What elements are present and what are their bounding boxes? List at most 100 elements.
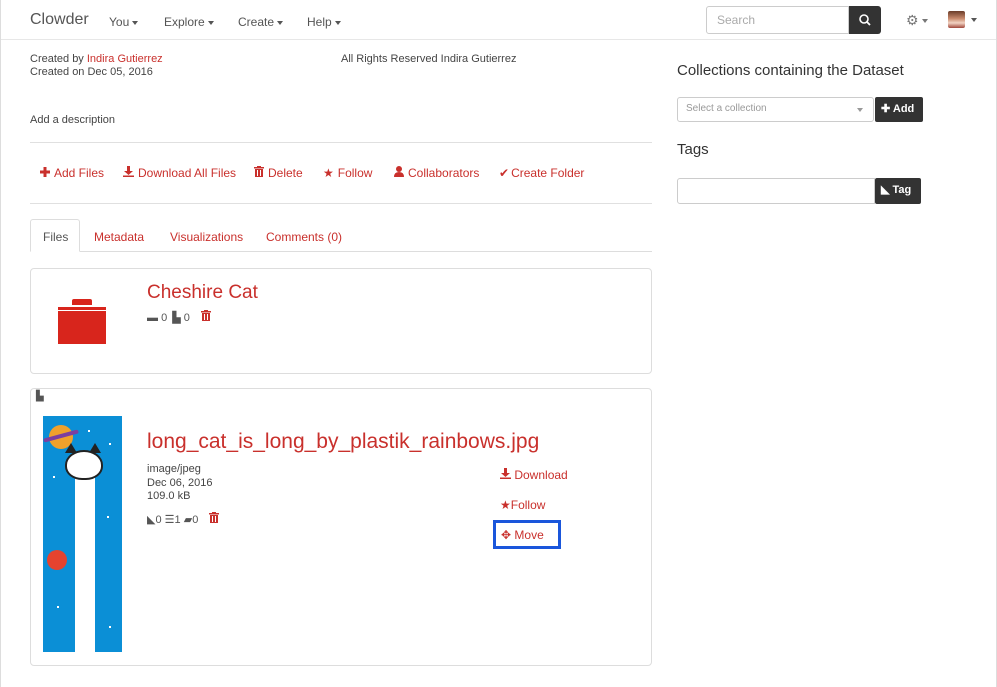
navbar: Clowder You Explore Create Help Search ⚙ bbox=[1, 0, 996, 40]
collaborators-button[interactable]: Collaborators bbox=[394, 166, 479, 180]
tab-visualizations[interactable]: Visualizations bbox=[170, 230, 243, 244]
gear-icon: ⚙ bbox=[906, 12, 919, 28]
chevron-down-icon bbox=[207, 20, 214, 25]
download-all-button[interactable]: Download All Files bbox=[123, 166, 236, 180]
check-icon: ✔ bbox=[499, 166, 510, 180]
list-icon: ☰ bbox=[164, 514, 175, 526]
search-button[interactable] bbox=[849, 6, 881, 34]
tab-metadata[interactable]: Metadata bbox=[94, 230, 144, 244]
plus-icon: ✚ bbox=[881, 103, 891, 115]
nav-help-label: Help bbox=[307, 15, 332, 29]
add-collection-label: Add bbox=[892, 103, 915, 115]
delete-button[interactable]: Delete bbox=[254, 166, 303, 180]
nav-create-label: Create bbox=[238, 15, 275, 29]
chevron-down-icon[interactable] bbox=[971, 18, 977, 22]
collaborators-label: Collaborators bbox=[408, 166, 480, 180]
nav-explore-label: Explore bbox=[164, 15, 205, 29]
folder-icon-lip bbox=[72, 299, 92, 305]
file-follow-button[interactable]: ★Follow bbox=[500, 498, 545, 512]
folder-icon[interactable] bbox=[58, 311, 106, 344]
collection-select[interactable]: Select a collection bbox=[677, 97, 874, 122]
chevron-down-icon bbox=[132, 20, 139, 25]
metadata-count: 1 bbox=[174, 514, 181, 526]
star-dot bbox=[88, 430, 90, 432]
folder-icon-stripe bbox=[58, 307, 106, 310]
search-input[interactable]: Search bbox=[706, 6, 849, 34]
follow-label: Follow bbox=[337, 166, 373, 180]
comment-icon: ▰ bbox=[183, 514, 193, 526]
folder-count: 0 bbox=[161, 312, 168, 324]
tabs-border bbox=[30, 251, 652, 252]
tab-comments[interactable]: Comments (0) bbox=[266, 230, 342, 244]
nav-you-label: You bbox=[109, 15, 130, 29]
avatar[interactable] bbox=[948, 11, 965, 28]
star-dot bbox=[57, 606, 59, 608]
created-by: Created by Indira Gutierrez bbox=[30, 53, 163, 65]
download-icon bbox=[500, 468, 511, 482]
add-tag-button[interactable]: ◣ Tag bbox=[875, 178, 921, 204]
add-files-label: Add Files bbox=[54, 166, 105, 180]
tag-count: 0 bbox=[155, 514, 162, 526]
download-icon bbox=[123, 166, 134, 180]
trash-icon[interactable] bbox=[200, 310, 211, 324]
search-icon bbox=[859, 14, 871, 26]
folder-card bbox=[30, 268, 652, 374]
cat-head bbox=[65, 450, 103, 480]
add-files-button[interactable]: Add Files bbox=[40, 166, 104, 180]
file-icon: ▙ bbox=[36, 391, 44, 402]
file-date: Dec 06, 2016 bbox=[147, 477, 213, 489]
file-name-link[interactable]: long_cat_is_long_by_plastik_rainbows.jpg bbox=[147, 430, 539, 454]
nav-create[interactable]: Create bbox=[238, 15, 284, 29]
folder-stats: ▬ 0 ▙ 0 bbox=[147, 310, 211, 324]
tag-icon: ◣ bbox=[881, 184, 890, 196]
nav-explore[interactable]: Explore bbox=[164, 15, 214, 29]
star-dot bbox=[107, 516, 109, 518]
chevron-down-icon bbox=[857, 108, 863, 112]
tags-heading: Tags bbox=[677, 141, 709, 158]
divider bbox=[30, 203, 652, 204]
license-text: All Rights Reserved Indira Gutierrez bbox=[341, 53, 517, 65]
file-follow-label: Follow bbox=[510, 498, 546, 512]
folder-count-icon: ▬ bbox=[147, 312, 158, 324]
trash-icon bbox=[254, 166, 264, 180]
red-planet bbox=[47, 550, 67, 570]
user-icon bbox=[394, 166, 404, 180]
download-all-label: Download All Files bbox=[138, 166, 237, 180]
trash-icon[interactable] bbox=[209, 512, 220, 526]
file-thumbnail[interactable] bbox=[43, 416, 122, 652]
dataset-page: Clowder You Explore Create Help Search ⚙… bbox=[0, 0, 997, 687]
tag-input[interactable] bbox=[677, 178, 875, 204]
file-stats: ◣0 ☰1 ▰0 bbox=[147, 512, 220, 526]
follow-button[interactable]: ★ Follow bbox=[323, 166, 372, 180]
create-folder-button[interactable]: ✔ Create Folder bbox=[499, 166, 584, 180]
plus-icon bbox=[40, 166, 50, 180]
add-tag-label: Tag bbox=[892, 184, 912, 196]
file-size: 109.0 kB bbox=[147, 490, 191, 502]
nav-you[interactable]: You bbox=[109, 15, 139, 29]
collections-heading: Collections containing the Dataset bbox=[677, 62, 904, 79]
create-folder-label: Create Folder bbox=[511, 166, 585, 180]
cat-body bbox=[75, 456, 95, 652]
chevron-down-icon bbox=[334, 20, 341, 25]
comment-count: 0 bbox=[192, 514, 199, 526]
collection-select-placeholder: Select a collection bbox=[686, 103, 767, 114]
file-type: image/jpeg bbox=[147, 463, 201, 475]
move-highlight-box bbox=[493, 520, 561, 549]
delete-label: Delete bbox=[268, 166, 303, 180]
file-download-button[interactable]: Download bbox=[500, 468, 568, 482]
add-collection-button[interactable]: ✚ Add bbox=[875, 97, 923, 122]
folder-name-link[interactable]: Cheshire Cat bbox=[147, 282, 258, 304]
nav-help[interactable]: Help bbox=[307, 15, 341, 29]
star-icon: ★ bbox=[323, 166, 334, 180]
file-download-label: Download bbox=[514, 468, 568, 482]
brand-logo[interactable]: Clowder bbox=[30, 11, 89, 29]
settings-menu[interactable]: ⚙ bbox=[906, 12, 928, 29]
author-link[interactable]: Indira Gutierrez bbox=[87, 53, 163, 65]
star-dot bbox=[109, 626, 111, 628]
add-description[interactable]: Add a description bbox=[30, 114, 115, 126]
file-count-icon: ▙ bbox=[172, 312, 181, 324]
created-by-prefix: Created by bbox=[30, 53, 87, 65]
created-on: Created on Dec 05, 2016 bbox=[30, 66, 153, 78]
divider bbox=[30, 142, 652, 143]
tab-files-label[interactable]: Files bbox=[43, 230, 68, 244]
